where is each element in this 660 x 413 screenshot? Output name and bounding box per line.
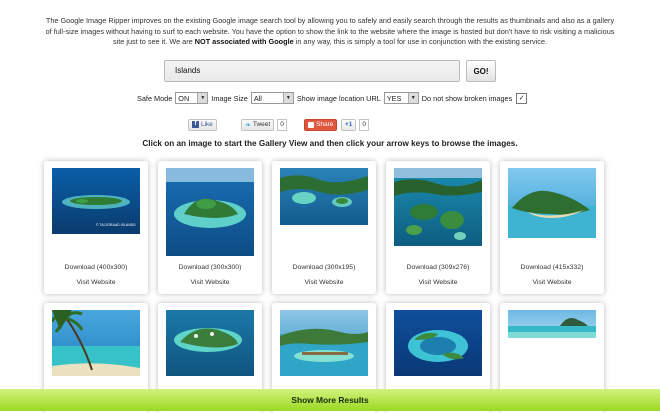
show-more-results-button[interactable]: Show More Results	[0, 389, 660, 411]
result-thumbnail[interactable]	[280, 168, 368, 225]
result-thumbnail[interactable]	[508, 168, 596, 238]
visit-website-link[interactable]: Visit Website	[44, 279, 148, 286]
result-card[interactable]: Download (415x332) Visit Website	[500, 161, 604, 294]
visit-website-link[interactable]: Visit Website	[158, 279, 262, 286]
download-link[interactable]: Download (400x300)	[44, 264, 148, 271]
chevron-down-icon: ▼	[197, 93, 208, 103]
image-size-select[interactable]: All ▼	[250, 92, 294, 104]
result-thumbnail[interactable]	[52, 310, 140, 376]
safe-mode-value: ON	[178, 93, 190, 103]
facebook-icon: f	[192, 121, 199, 128]
result-thumbnail[interactable]	[394, 310, 482, 376]
safe-mode-label: Safe Mode	[137, 93, 173, 103]
plus-one-count: 0	[359, 118, 370, 131]
tweet-widget: ❧ Tweet 0	[241, 118, 287, 131]
image-size-label: Image Size	[211, 93, 248, 103]
result-thumbnail[interactable]	[394, 168, 482, 246]
share-button[interactable]: Share	[304, 118, 338, 131]
search-bar: Islands GO!	[164, 60, 496, 82]
intro-part2: in any way, this is simply a tool for us…	[293, 37, 548, 46]
result-card[interactable]: Download (309x276) Visit Website	[386, 161, 490, 294]
tweet-button[interactable]: ❧ Tweet	[241, 118, 275, 131]
facebook-like-button[interactable]: f Like	[188, 118, 217, 131]
chevron-down-icon: ▼	[282, 93, 293, 103]
visit-website-link[interactable]: Visit Website	[500, 279, 604, 286]
tweet-count: 0	[277, 118, 287, 131]
plus-one-button[interactable]: +1	[341, 118, 357, 131]
intro-text: The Google Image Ripper improves on the …	[42, 16, 618, 48]
share-label: Share	[316, 121, 334, 128]
download-link[interactable]: Download (300x300)	[158, 264, 262, 271]
show-url-value: YES	[386, 93, 402, 103]
result-thumbnail[interactable]	[166, 310, 254, 376]
search-options: Safe Mode ON ▼ Image Size All ▼ Show ima…	[137, 92, 528, 104]
gallery-instruction: Click on an image to start the Gallery V…	[142, 139, 518, 148]
download-link[interactable]: Download (415x332)	[500, 264, 604, 271]
intro-disclaimer: NOT associated with Google	[194, 37, 294, 46]
result-thumbnail[interactable]	[166, 168, 254, 256]
result-thumbnail[interactable]	[280, 310, 368, 376]
twitter-bird-icon: ❧	[245, 121, 251, 129]
result-thumbnail[interactable]	[508, 310, 596, 338]
result-card[interactable]: © TAJ IDRAAD ISLANDS Download (400x300) …	[44, 161, 148, 294]
visit-website-link[interactable]: Visit Website	[272, 279, 376, 286]
go-button[interactable]: GO!	[466, 60, 496, 82]
facebook-like: f Like	[188, 118, 217, 131]
search-input[interactable]: Islands	[164, 60, 460, 82]
share-widget: Share	[304, 118, 338, 131]
show-url-label: Show image location URL	[296, 93, 381, 103]
result-card[interactable]: Download (300x195) Visit Website	[272, 161, 376, 294]
plus-one-widget: +1 0	[341, 118, 370, 131]
download-link[interactable]: Download (300x195)	[272, 264, 376, 271]
download-link[interactable]: Download (309x276)	[386, 264, 490, 271]
tweet-label: Tweet	[252, 121, 271, 128]
image-size-value: All	[253, 93, 262, 103]
like-label: Like	[201, 121, 213, 128]
result-card[interactable]: Download (300x300) Visit Website	[158, 161, 262, 294]
chevron-down-icon: ▼	[407, 93, 418, 103]
broken-images-checkbox[interactable]: ✓	[516, 92, 528, 104]
show-url-select[interactable]: YES ▼	[383, 92, 419, 104]
safe-mode-select[interactable]: ON ▼	[175, 92, 209, 104]
visit-website-link[interactable]: Visit Website	[386, 279, 490, 286]
broken-images-label: Do not show broken images	[421, 93, 513, 103]
share-icon	[308, 121, 314, 128]
